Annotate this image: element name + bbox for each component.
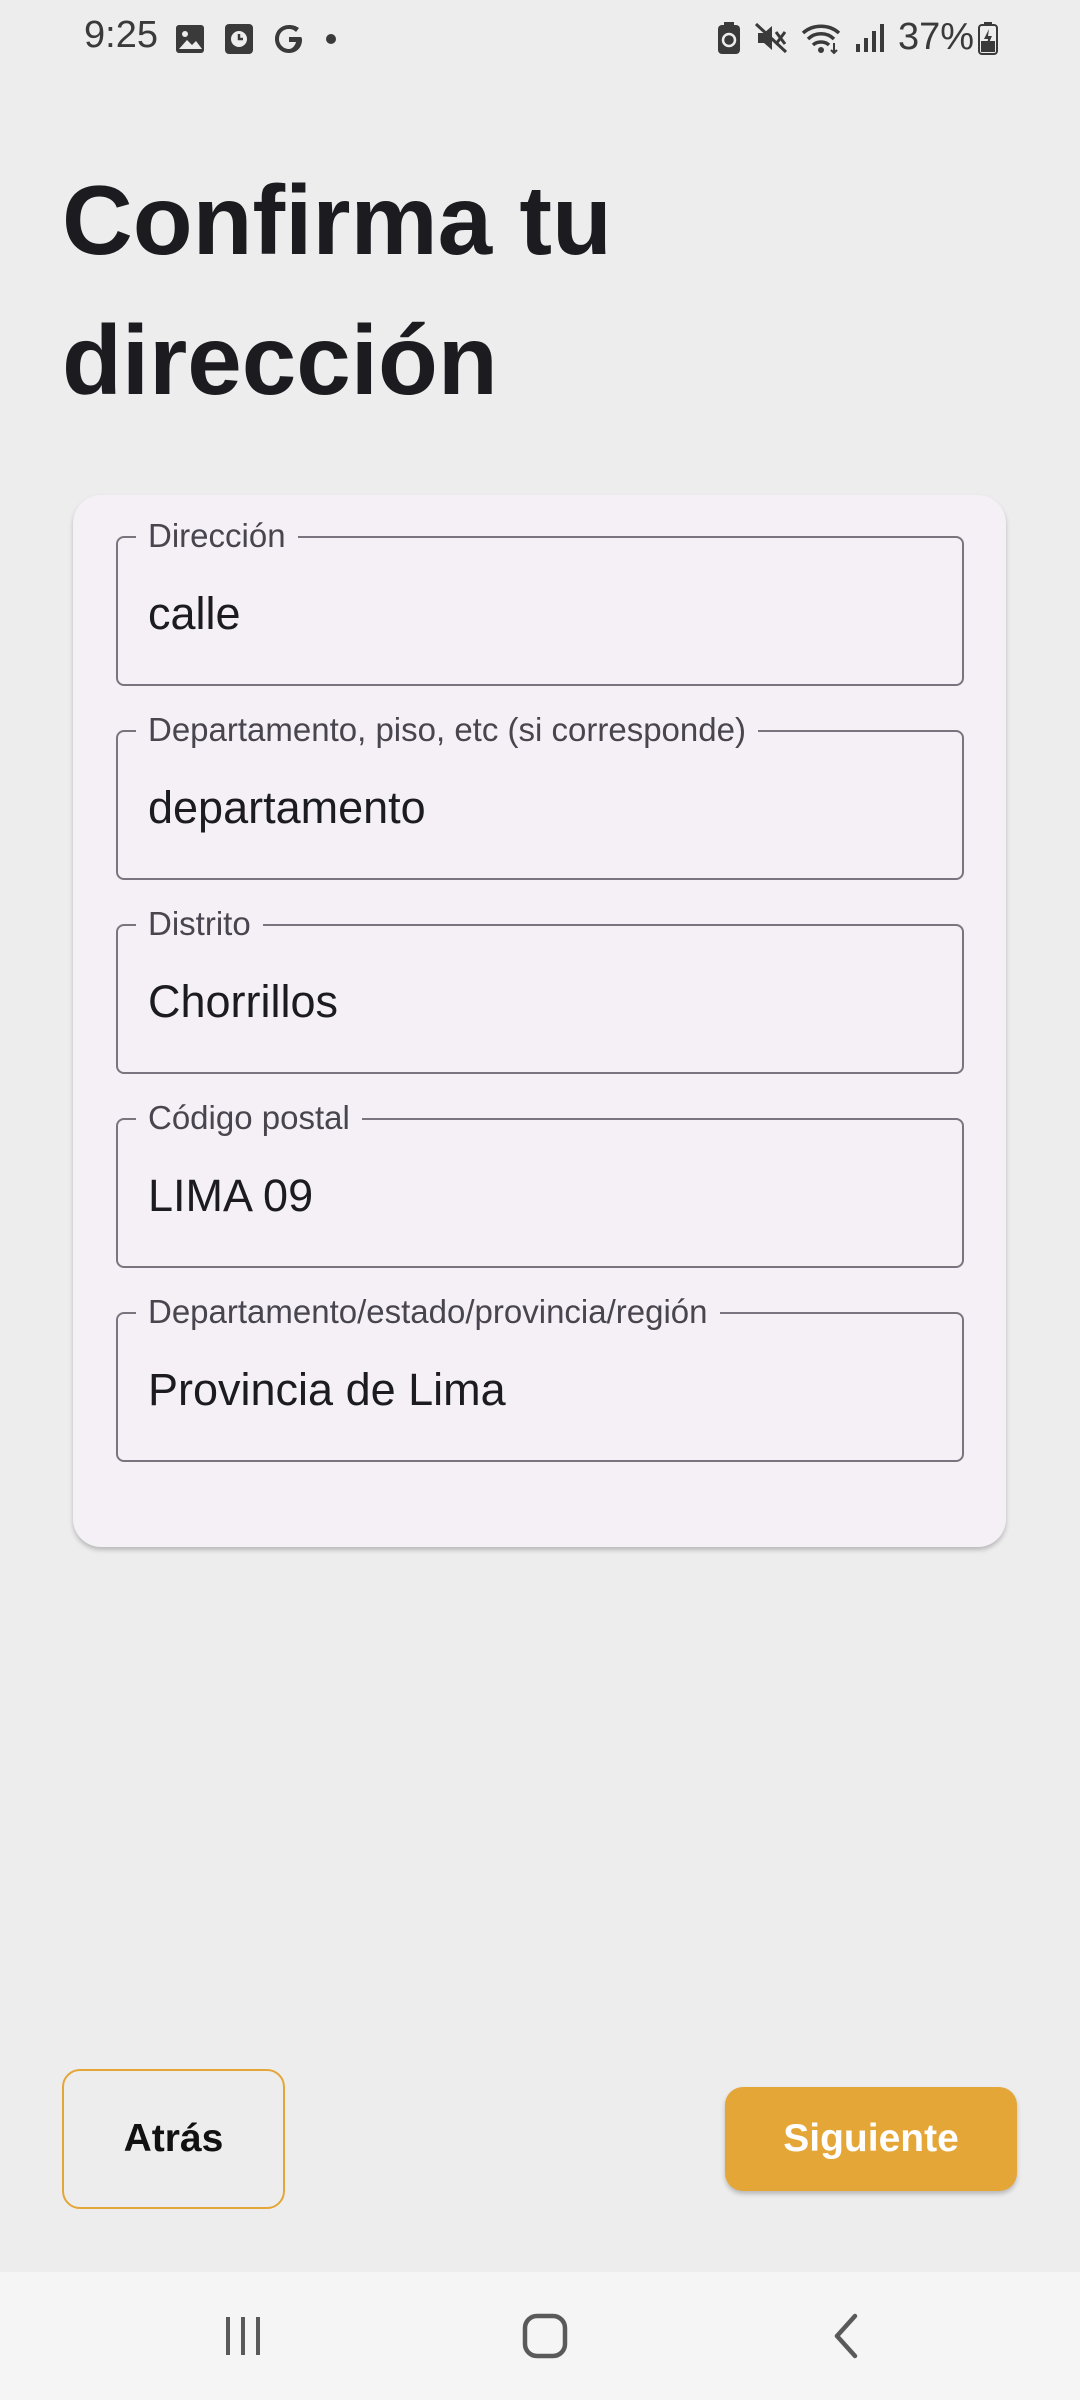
address-field[interactable]: Dirección calle — [116, 516, 964, 686]
region-field-value[interactable]: Provincia de Lima — [148, 1362, 506, 1418]
region-field-label: Departamento/estado/provincia/región — [136, 1292, 720, 1332]
page-title: Confirma tu dirección — [62, 165, 612, 415]
recent-apps-icon[interactable] — [198, 2298, 288, 2374]
postal-code-field-label: Código postal — [136, 1098, 362, 1138]
apartment-field[interactable]: Departamento, piso, etc (si corresponde)… — [116, 710, 964, 880]
district-field-label: Distrito — [136, 904, 263, 944]
apartment-field-value[interactable]: departamento — [148, 780, 426, 836]
district-field-value[interactable]: Chorrillos — [148, 974, 338, 1030]
image-icon — [174, 23, 206, 55]
apartment-field-label: Departamento, piso, etc (si corresponde) — [136, 710, 758, 750]
postal-code-field[interactable]: Código postal LIMA 09 — [116, 1098, 964, 1268]
system-status-icons: 37% — [704, 16, 998, 59]
address-field-label: Dirección — [136, 516, 298, 556]
next-button[interactable]: Siguiente — [725, 2087, 1017, 2191]
status-bar: 9:25 37% — [0, 0, 1080, 78]
back-button[interactable]: Atrás — [62, 2069, 285, 2209]
address-field-value[interactable]: calle — [148, 586, 241, 642]
postal-code-field-value[interactable]: LIMA 09 — [148, 1168, 313, 1224]
status-time: 9:25 — [84, 14, 158, 56]
region-field[interactable]: Departamento/estado/provincia/región Pro… — [116, 1292, 964, 1462]
address-form-card: Dirección calle Departamento, piso, etc … — [73, 495, 1006, 1547]
district-field[interactable]: Distrito Chorrillos — [116, 904, 964, 1074]
clock-app-icon — [224, 23, 254, 55]
home-icon[interactable] — [500, 2298, 590, 2374]
back-icon[interactable] — [802, 2298, 892, 2374]
signal-icon — [854, 22, 886, 54]
wifi-icon — [800, 21, 842, 55]
battery-icon — [978, 21, 998, 55]
battery-percentage: 37% — [897, 16, 974, 58]
mute-icon — [754, 21, 788, 55]
dot-icon — [324, 32, 338, 46]
notification-icons — [174, 22, 356, 56]
navigation-bar — [0, 2272, 1080, 2400]
battery-saver-icon — [716, 21, 742, 55]
google-icon — [272, 22, 306, 56]
